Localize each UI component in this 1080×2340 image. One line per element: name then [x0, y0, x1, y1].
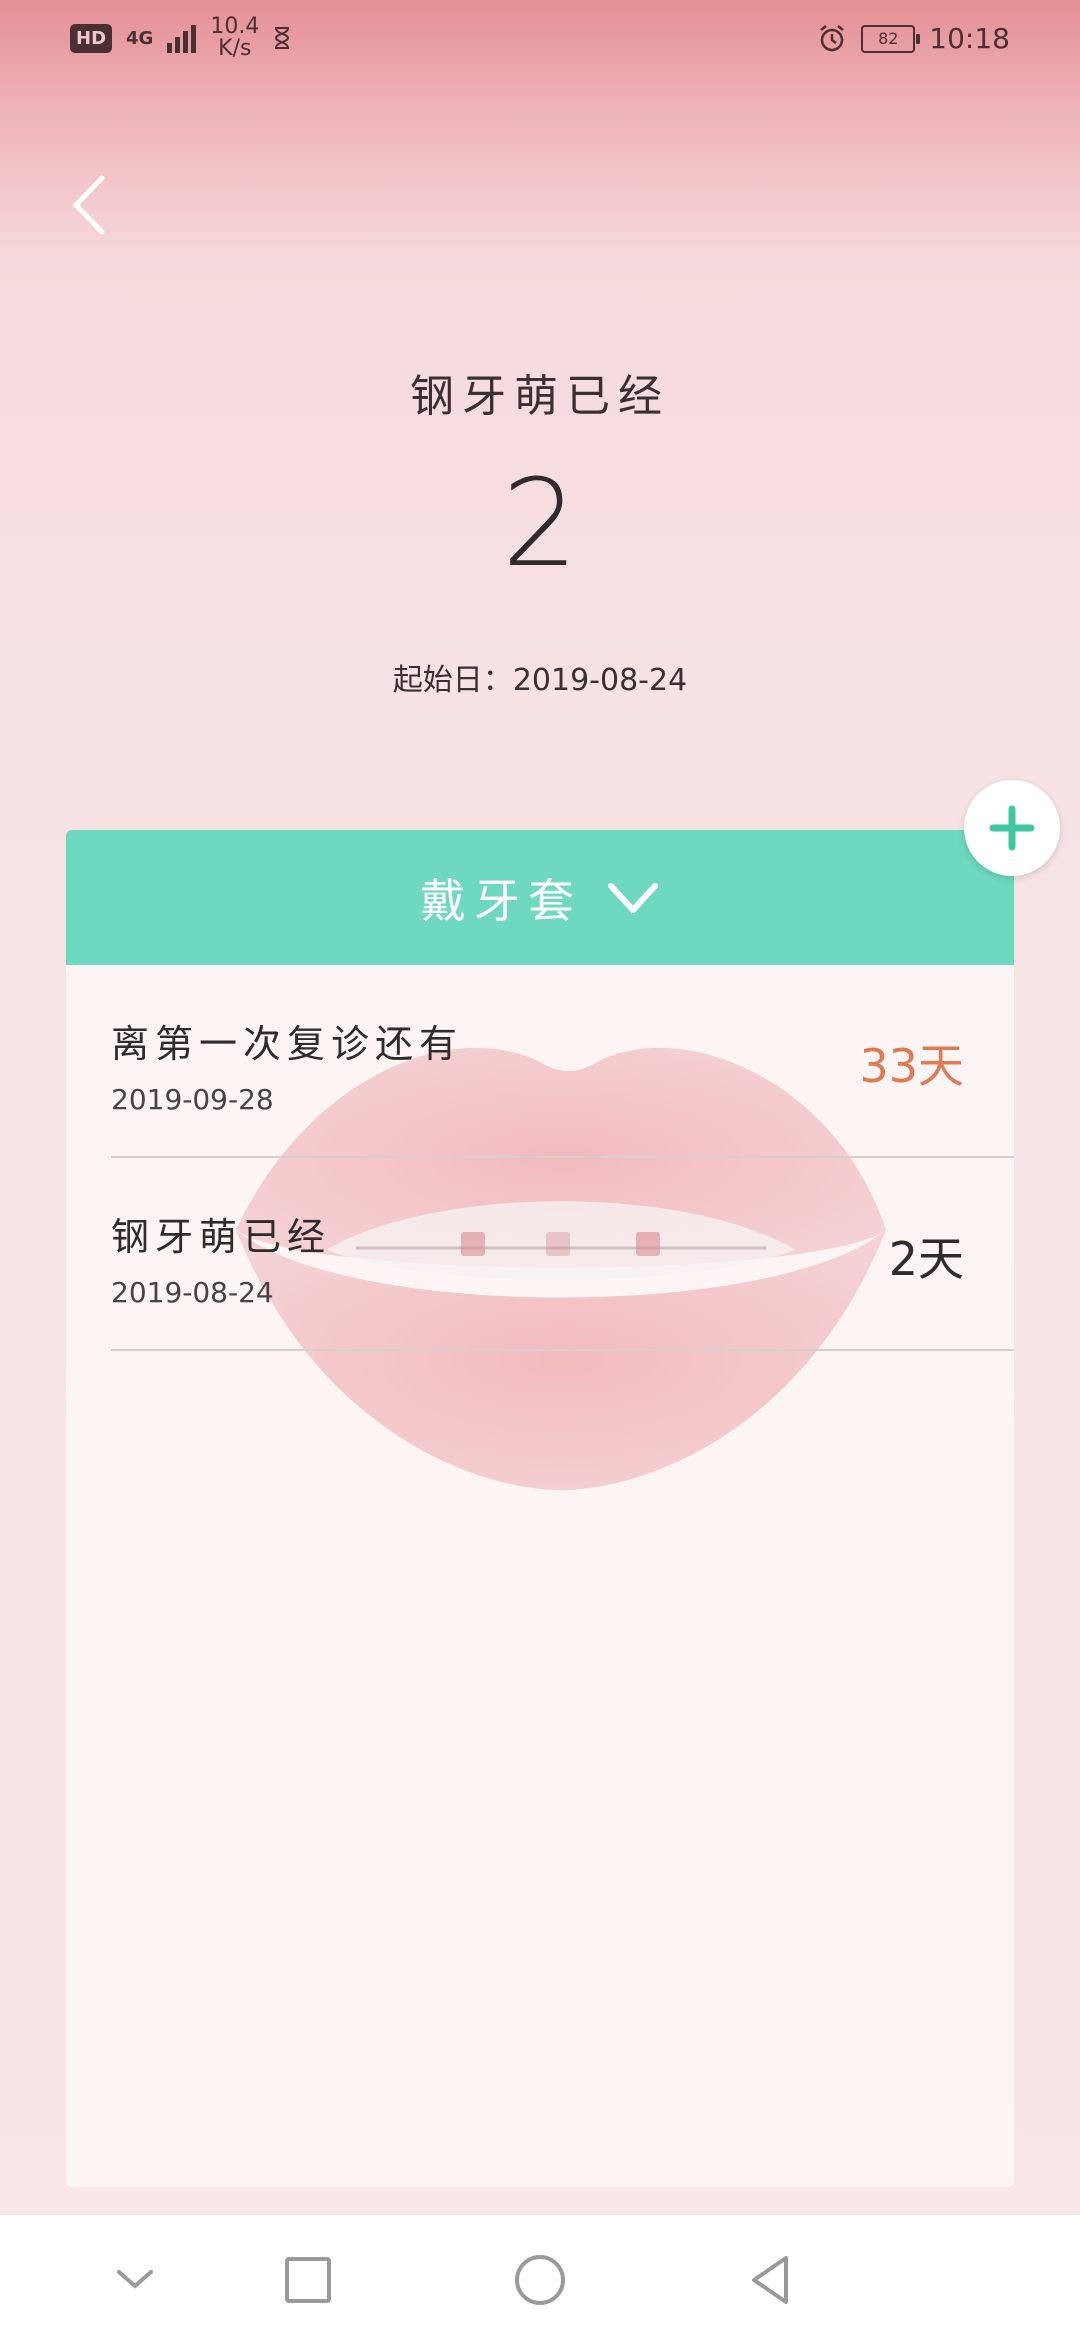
list-item[interactable]: 离第一次复诊还有 2019-09-28 33天 — [111, 965, 1014, 1158]
back-nav-button[interactable] — [740, 2250, 800, 2310]
speed-unit: K/s — [218, 36, 252, 61]
battery-icon: 82 — [861, 24, 921, 53]
back-nav-icon — [752, 2256, 788, 2304]
collapse-icon — [117, 2270, 153, 2289]
speed-value: 10.4 — [210, 14, 260, 39]
recents-button[interactable] — [278, 2250, 338, 2310]
back-button[interactable] — [60, 170, 120, 240]
start-date-row: 起始日：2019-08-24 — [0, 655, 1080, 699]
status-right: 82 10:18 — [817, 22, 1010, 55]
chevron-down-icon — [608, 882, 658, 913]
item-days: 33天 — [859, 1039, 964, 1093]
page-title: 钢牙萌已经 — [410, 371, 670, 422]
item-title: 离第一次复诊还有 — [111, 1022, 464, 1066]
back-icon — [72, 175, 105, 235]
item-date: 2019-09-28 — [111, 1083, 274, 1116]
recents-icon — [285, 2257, 331, 2303]
list-item[interactable]: 钢牙萌已经 2019-08-24 2天 — [111, 1158, 1014, 1351]
hourglass-icon — [275, 27, 290, 49]
status-left: HD 4G 10.4 K/s — [70, 16, 291, 60]
network-speed: 10.4 K/s — [210, 16, 259, 60]
home-button[interactable] — [510, 2250, 570, 2310]
item-date: 2019-08-24 — [111, 1276, 274, 1309]
start-date-label: 起始日： — [392, 663, 513, 698]
signal-icon — [167, 23, 197, 53]
category-dropdown[interactable]: 戴牙套 — [66, 830, 1014, 965]
hd-badge: HD — [70, 23, 113, 53]
home-icon — [515, 2255, 565, 2305]
system-nav-bar — [0, 2215, 1080, 2340]
day-count: 2 — [501, 455, 579, 594]
collapse-button[interactable] — [105, 2250, 165, 2310]
start-date-value: 2019-08-24 — [512, 663, 688, 698]
item-title: 钢牙萌已经 — [111, 1215, 332, 1259]
add-button[interactable] — [964, 780, 1060, 876]
clock: 10:18 — [929, 22, 1010, 55]
plus-icon — [989, 805, 1035, 851]
event-card: 戴牙套 离第一次复诊还有 2019-09-28 33天 钢牙萌已经 2019-0… — [66, 830, 1014, 2187]
status-bar: HD 4G 10.4 K/s 82 10:18 — [0, 0, 1080, 90]
category-title: 戴牙套 — [420, 873, 582, 928]
item-days: 2天 — [888, 1232, 964, 1286]
network-label: 4G — [126, 27, 154, 49]
battery-level: 82 — [878, 29, 899, 48]
alarm-icon — [820, 24, 845, 51]
